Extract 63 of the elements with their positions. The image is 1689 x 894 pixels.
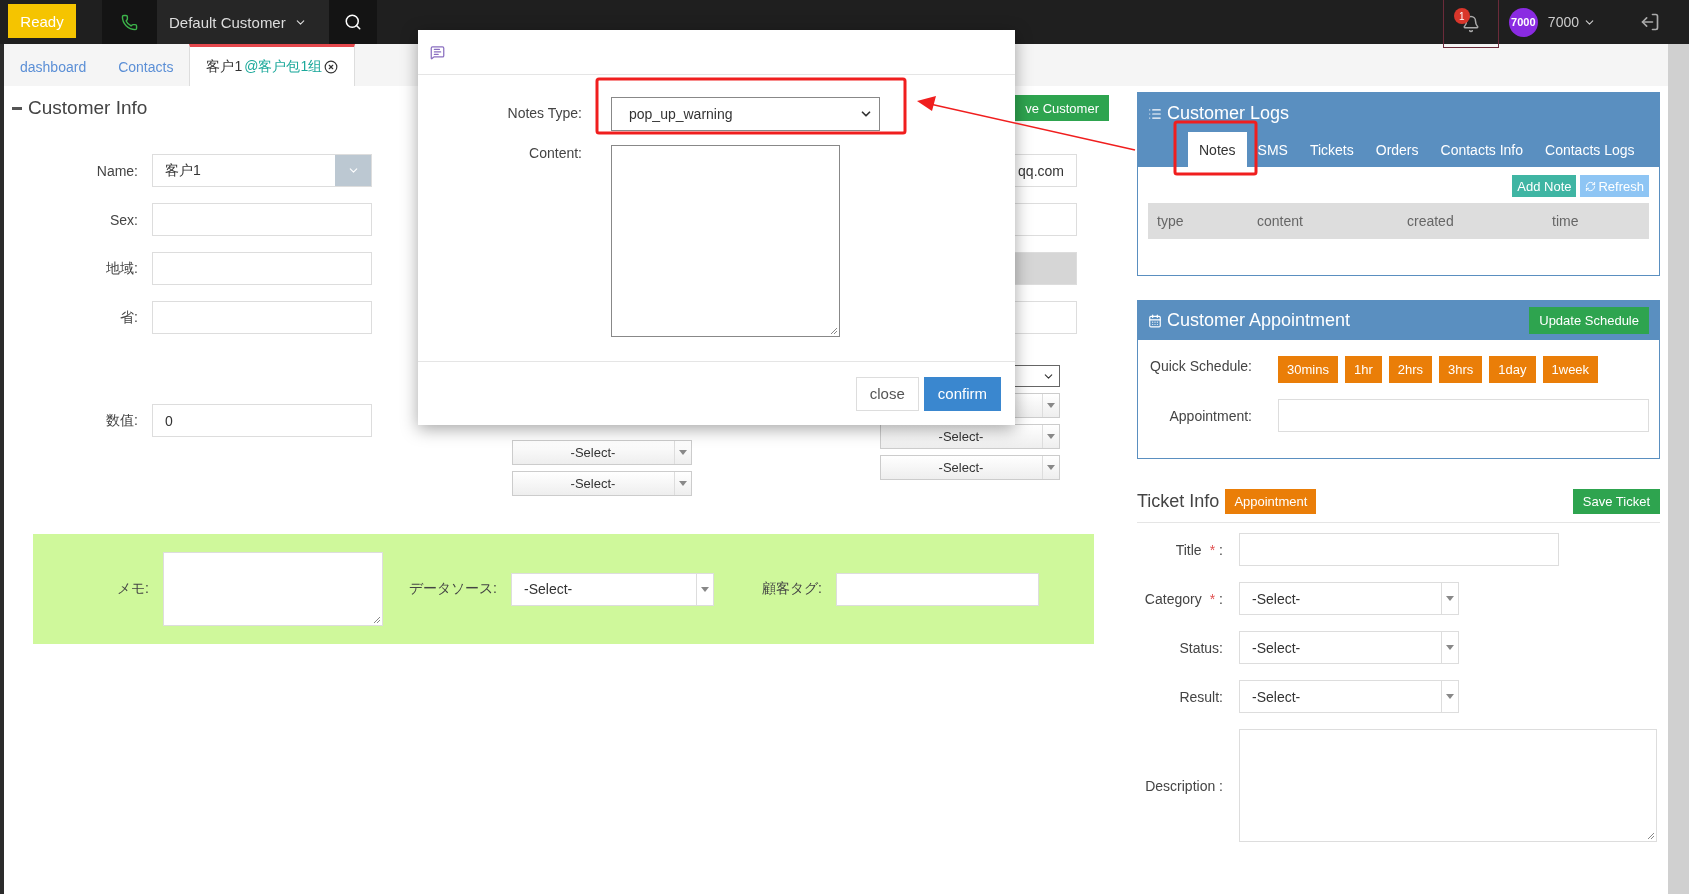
name-combo-field[interactable]: 客户1 — [152, 154, 372, 187]
field-label: 省: — [119, 308, 139, 327]
field-label: データソース: — [408, 580, 498, 598]
field-label: Content: — [528, 145, 582, 163]
log-tab[interactable]: Contacts Info — [1429, 132, 1535, 167]
log-tab[interactable]: Contacts Logs — [1534, 132, 1646, 167]
page-tab[interactable]: dashboard — [4, 44, 103, 86]
field-label: Description : — [1144, 777, 1223, 794]
page-tab[interactable]: 客户1@客户包1组 — [189, 44, 356, 86]
quick-schedule-button[interactable]: 3hrs — [1439, 356, 1483, 383]
user-avatar[interactable]: 7000 — [1508, 7, 1538, 37]
column-header: content — [1257, 213, 1304, 229]
select-field[interactable]: -Select- — [880, 455, 1060, 480]
quick-schedule-button[interactable]: 30mins — [1278, 356, 1338, 383]
column-header: time — [1552, 213, 1580, 229]
select-field[interactable]: -Select- — [1239, 680, 1459, 713]
field-label: Title * : — [1174, 541, 1223, 558]
save-customer-button[interactable]: ve Customer — [1015, 95, 1109, 121]
update-schedule-button[interactable]: Update Schedule — [1529, 307, 1649, 334]
refresh-button[interactable]: Refresh — [1580, 175, 1649, 197]
save-ticket-button[interactable]: Save Ticket — [1572, 489, 1660, 514]
field-label: 地域: — [105, 259, 139, 278]
input-field[interactable]: 0 — [152, 404, 372, 437]
log-tab[interactable]: Orders — [1364, 132, 1430, 167]
log-tab[interactable]: SMS — [1246, 132, 1299, 167]
select-field[interactable]: -Select- — [1239, 631, 1459, 664]
customer-selector[interactable]: Default Customer — [157, 0, 329, 44]
column-header: created — [1407, 213, 1455, 229]
add-note-button[interactable]: Add Note — [1512, 175, 1577, 197]
confirm-button[interactable]: confirm — [923, 376, 1001, 411]
log-tab[interactable]: Notes — [1188, 132, 1247, 167]
select-field[interactable]: -Select- — [512, 471, 692, 496]
appointment-button[interactable]: Appointment — [1225, 489, 1317, 514]
field-label: 顧客タグ: — [761, 580, 823, 598]
column-header: type — [1157, 213, 1185, 229]
notes-type-select[interactable]: pop_up_warning — [611, 97, 880, 131]
panel-title: Customer Logs — [1148, 103, 1649, 124]
select-field[interactable]: -Select- — [511, 572, 714, 606]
field-label: Category * : — [1143, 590, 1223, 607]
log-tab[interactable]: Tickets — [1298, 132, 1365, 167]
section-title: Customer Info — [12, 97, 148, 119]
panel-title: Customer Appointment — [1148, 310, 1351, 331]
close-button[interactable]: close — [855, 376, 919, 411]
quick-schedule-button[interactable]: 1week — [1542, 356, 1599, 383]
quick-schedule-button[interactable]: 1hr — [1344, 356, 1382, 383]
field-label: Quick Schedule: — [1149, 357, 1252, 376]
user-menu[interactable]: 7000 — [1541, 13, 1602, 31]
select-field[interactable]: -Select- — [880, 424, 1060, 449]
field-label: Appointment: — [1168, 406, 1252, 426]
section-title: Ticket Info — [1137, 491, 1220, 512]
quick-schedule-button[interactable]: 2hrs — [1388, 356, 1432, 383]
quick-schedule-button[interactable]: 1day — [1489, 356, 1536, 383]
page-tab[interactable]: Contacts — [102, 44, 190, 86]
field-label: Name: — [95, 162, 139, 179]
field-label: メモ: — [116, 580, 150, 598]
select-field[interactable]: -Select- — [1239, 582, 1459, 615]
notification-badge: 1 — [1453, 8, 1470, 24]
field-label: Sex: — [109, 211, 139, 228]
field-label: 数值: — [105, 411, 139, 430]
field-label: Status: — [1178, 639, 1223, 656]
field-label: Result: — [1178, 688, 1223, 705]
field-label: Notes Type: — [506, 104, 582, 123]
select-field[interactable]: -Select- — [512, 440, 692, 465]
